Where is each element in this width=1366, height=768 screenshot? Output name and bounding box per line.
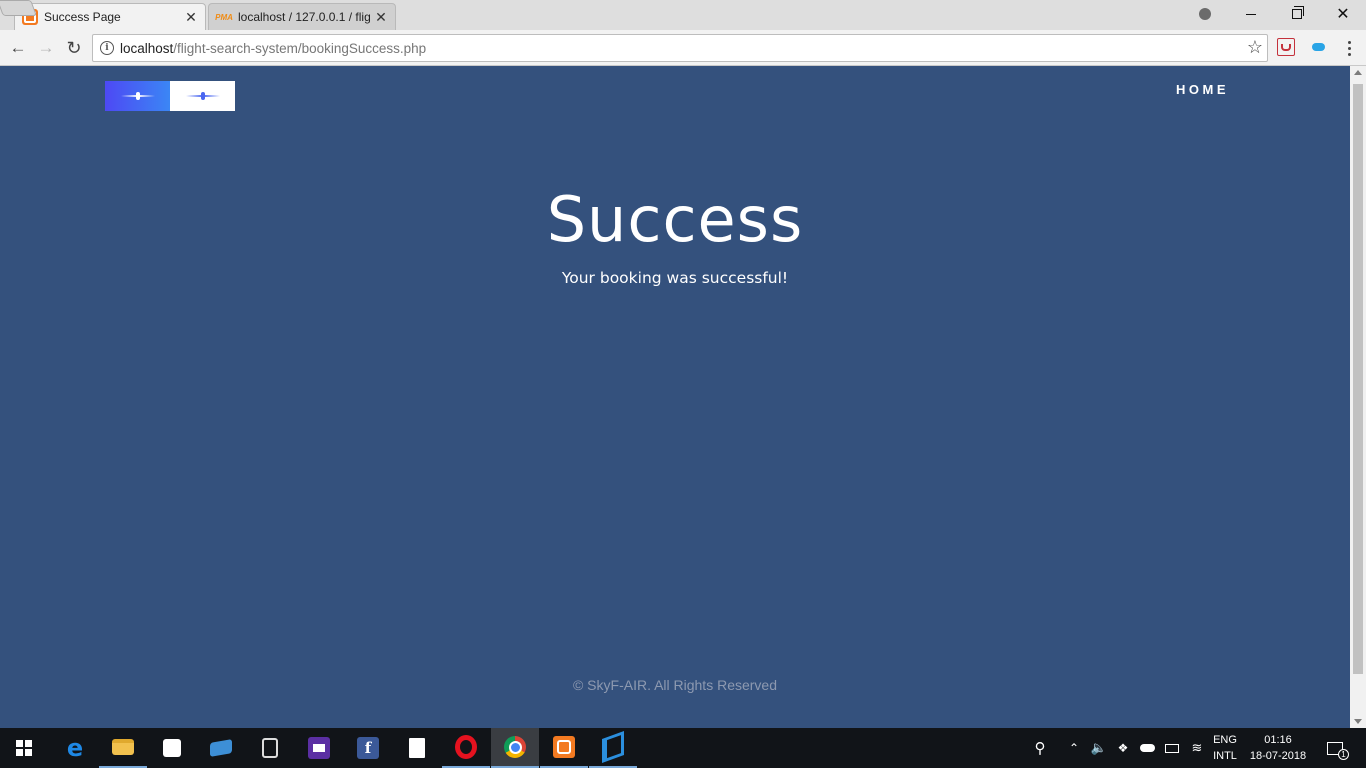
scroll-up-arrow-icon[interactable] (1354, 70, 1362, 75)
clock[interactable]: 01:16 18-07-2018 (1244, 728, 1312, 768)
profile-icon[interactable] (1182, 0, 1228, 28)
file-explorer-taskbar-icon[interactable] (99, 728, 147, 768)
wifi-icon[interactable]: ≋ (1186, 728, 1208, 768)
address-bar[interactable]: i localhost/flight-search-system/booking… (92, 34, 1268, 62)
site-logo[interactable] (105, 81, 235, 111)
page-title: Success (546, 183, 804, 256)
vertical-scrollbar[interactable] (1350, 66, 1366, 728)
windows-taskbar: e f ⚲ ⌃ 🔈 ❖ ≋ ENG INTL 01:16 18-07-2018 … (0, 728, 1366, 768)
facebook-taskbar-icon[interactable]: f (344, 728, 392, 768)
tab-title: localhost / 127.0.0.1 / flig (238, 10, 371, 24)
people-icon[interactable]: ⚲ (1028, 728, 1052, 768)
browser-titlebar: Success Page ✕ PMA localhost / 127.0.0.1… (0, 0, 1366, 30)
reload-icon[interactable]: ↻ (62, 36, 86, 60)
scroll-thumb[interactable] (1353, 84, 1363, 674)
notification-count-badge: 1 (1338, 748, 1349, 760)
opera-taskbar-icon[interactable] (442, 728, 490, 768)
page-viewport: HOME Success Your booking was successful… (0, 66, 1350, 728)
minimize-button[interactable] (1228, 0, 1274, 28)
tab-close-icon[interactable]: ✕ (373, 9, 389, 26)
calculator-taskbar-icon[interactable] (246, 728, 294, 768)
action-center-icon[interactable]: 1 (1320, 728, 1350, 768)
forward-arrow-icon[interactable]: → (34, 36, 58, 60)
pocket-extension-icon[interactable] (1277, 38, 1295, 56)
clock-date: 18-07-2018 (1249, 750, 1307, 762)
airplane-logo-icon (105, 81, 170, 111)
dropbox-icon[interactable]: ❖ (1112, 728, 1134, 768)
new-tab-button[interactable] (0, 0, 37, 16)
nav-home-link[interactable]: HOME (1176, 82, 1229, 97)
chevron-up-icon[interactable]: ⌃ (1064, 728, 1084, 768)
language-code: ENG (1213, 734, 1237, 746)
info-icon[interactable]: i (100, 41, 114, 55)
tab-phpmyadmin[interactable]: PMA localhost / 127.0.0.1 / flig ✕ (208, 3, 396, 30)
edge-taskbar-icon[interactable]: e (51, 728, 99, 768)
url-path: /flight-search-system/bookingSuccess.php (173, 40, 427, 56)
browser-toolbar: ← → ↻ i localhost/flight-search-system/b… (0, 30, 1366, 66)
windows-logo-icon (16, 740, 32, 756)
language-indicator[interactable]: ENG INTL (1208, 728, 1242, 768)
volume-icon[interactable]: 🔈 (1088, 728, 1110, 768)
cloud-extension-icon[interactable] (1309, 38, 1327, 56)
tab-success-page[interactable]: Success Page ✕ (14, 3, 206, 30)
kebab-menu-icon[interactable] (1340, 38, 1358, 58)
mail-taskbar-icon[interactable] (295, 728, 343, 768)
close-window-button[interactable]: ✕ (1320, 0, 1366, 28)
restore-button[interactable] (1274, 0, 1320, 28)
notepad-taskbar-icon[interactable] (393, 728, 441, 768)
scroll-down-arrow-icon[interactable] (1354, 719, 1362, 724)
tab-title: Success Page (44, 10, 121, 24)
xampp-taskbar-icon[interactable] (540, 728, 588, 768)
start-button[interactable] (0, 728, 48, 768)
vscode-taskbar-icon[interactable] (589, 728, 637, 768)
airplane-logo-icon (170, 81, 235, 111)
bookmark-star-icon[interactable]: ☆ (1247, 37, 1263, 58)
phpmyadmin-favicon-icon: PMA (215, 12, 233, 22)
chrome-taskbar-icon[interactable] (491, 728, 539, 768)
footer-copyright: © SkyF-AIR. All Rights Reserved (572, 677, 778, 693)
clock-time: 01:16 (1264, 734, 1292, 746)
store-taskbar-icon[interactable] (148, 728, 196, 768)
url-host: localhost (120, 40, 174, 56)
success-message: Your booking was successful! (561, 269, 789, 287)
this-pc-taskbar-icon[interactable] (197, 728, 245, 768)
onedrive-icon[interactable] (1136, 728, 1158, 768)
back-arrow-icon[interactable]: ← (6, 36, 30, 60)
keyboard-layout: INTL (1213, 750, 1237, 762)
battery-icon[interactable] (1162, 728, 1182, 768)
tab-close-icon[interactable]: ✕ (183, 9, 199, 26)
